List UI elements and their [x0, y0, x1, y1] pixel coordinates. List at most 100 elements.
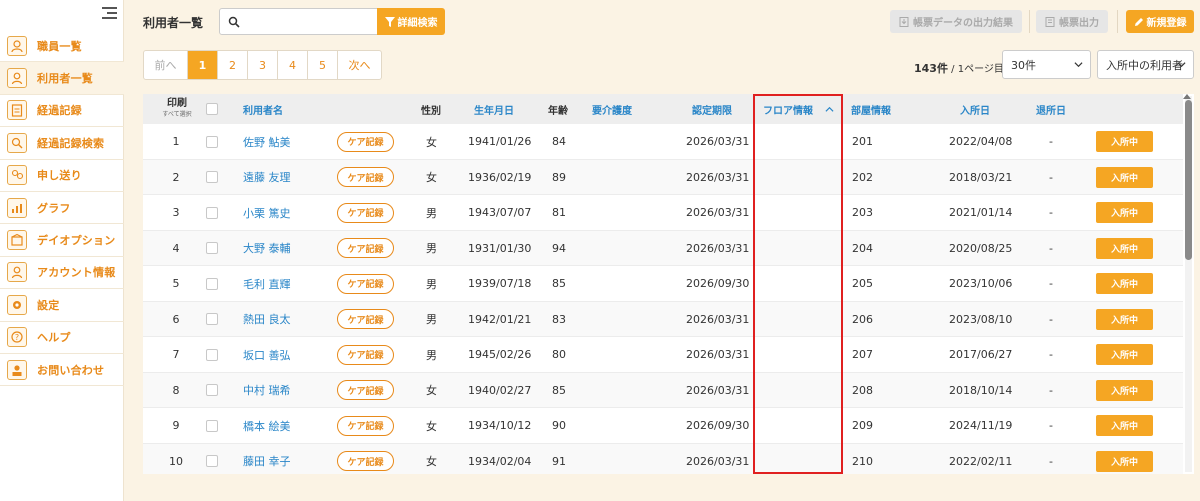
scroll-thumb[interactable] [1185, 100, 1192, 260]
row-checkbox-cell[interactable] [206, 408, 218, 444]
header-care-level[interactable]: 要介護度 [592, 94, 632, 124]
care-record-button[interactable]: ケア記録 [337, 415, 394, 436]
select-all-checkbox[interactable] [206, 103, 218, 115]
status-button[interactable]: 入所中 [1096, 131, 1153, 153]
sidebar-item-10[interactable]: ? ヘルプ [0, 322, 124, 354]
scroll-up-arrow-icon[interactable] [1183, 94, 1191, 99]
user-name-link[interactable]: 遠藤 友理 [243, 160, 291, 196]
pagination-page-1[interactable]: 1 [188, 51, 218, 79]
care-record-button[interactable]: ケア記録 [337, 380, 394, 401]
row-checkbox[interactable] [206, 419, 218, 432]
care-record-button[interactable]: ケア記録 [337, 167, 394, 188]
row-checkbox-cell[interactable] [206, 231, 218, 267]
sidebar-item-5[interactable]: 申し送り [0, 160, 124, 192]
discharge-cell: - [1049, 135, 1053, 149]
header-discharge[interactable]: 退所日 [1036, 94, 1066, 124]
user-name-link[interactable]: 小栗 篤史 [243, 195, 291, 231]
care-record-button[interactable]: ケア記録 [337, 131, 394, 152]
per-page-select[interactable]: 30件 [1002, 50, 1091, 79]
care-record-button[interactable]: ケア記録 [337, 309, 394, 330]
select-all-label[interactable]: すべて選択 [162, 109, 191, 120]
hamburger-menu-icon[interactable] [102, 7, 117, 20]
pagination-page-4[interactable]: 4 [278, 51, 308, 79]
user-name-link[interactable]: 藤田 幸子 [243, 444, 291, 475]
sidebar-item-3[interactable]: 経過記録 [0, 95, 124, 128]
sidebar-item-2[interactable]: 利用者一覧 [0, 62, 124, 95]
cert-period-cell: 2026/09/30 [686, 419, 750, 433]
new-registration-button[interactable]: 新規登録 [1126, 10, 1194, 33]
sidebar-item-7[interactable]: デイオプション [0, 224, 124, 257]
sidebar-item-8[interactable]: アカウント情報 [0, 257, 124, 290]
status-button[interactable]: 入所中 [1096, 202, 1153, 224]
status-button[interactable]: 入所中 [1096, 166, 1153, 188]
search-input[interactable] [246, 15, 376, 28]
sidebar-item-4[interactable]: 経過記録検索 [0, 127, 124, 160]
row-checkbox[interactable] [206, 277, 218, 290]
row-checkbox[interactable] [206, 135, 218, 148]
row-checkbox-cell[interactable] [206, 266, 218, 302]
row-checkbox[interactable] [206, 206, 218, 219]
pagination-page-2[interactable]: 2 [218, 51, 248, 79]
header-name[interactable]: 利用者名 [243, 94, 283, 124]
header-admission[interactable]: 入所日 [960, 94, 990, 124]
search-box[interactable] [219, 8, 378, 35]
status-button[interactable]: 入所中 [1096, 415, 1153, 437]
age-cell: 85 [552, 277, 566, 291]
row-checkbox[interactable] [206, 455, 218, 468]
row-checkbox[interactable] [206, 171, 218, 184]
status-button[interactable]: 入所中 [1096, 450, 1153, 472]
age-cell: 84 [552, 135, 566, 149]
row-checkbox[interactable] [206, 313, 218, 326]
status-button[interactable]: 入所中 [1096, 344, 1153, 366]
header-birthdate[interactable]: 生年月日 [474, 94, 514, 124]
row-checkbox-cell[interactable] [206, 124, 218, 160]
row-checkbox-cell[interactable] [206, 337, 218, 373]
chart-icon [7, 197, 27, 218]
sidebar-item-11[interactable]: お問い合わせ [0, 354, 124, 387]
export-button[interactable]: 帳票出力 [1036, 10, 1108, 33]
care-record-button[interactable]: ケア記録 [337, 202, 394, 223]
table-row: 4 大野 泰輔 ケア記録 男 1931/01/30 94 2026/03/31 204 2020… [143, 230, 1183, 267]
cert-period-cell: 2026/03/31 [686, 383, 750, 397]
user-name-link[interactable]: 坂口 善弘 [243, 337, 291, 373]
care-record-button[interactable]: ケア記録 [337, 451, 394, 472]
care-record-button[interactable]: ケア記録 [337, 238, 394, 259]
user-name-link[interactable]: 中村 瑞希 [243, 373, 291, 409]
sidebar-item-1[interactable]: 職員一覧 [0, 30, 124, 63]
pagination-prev[interactable]: 前へ [144, 51, 188, 79]
care-record-button[interactable]: ケア記録 [337, 273, 394, 294]
row-checkbox-cell[interactable] [206, 302, 218, 338]
status-button[interactable]: 入所中 [1096, 379, 1153, 401]
cert-period-cell: 2026/03/31 [686, 241, 750, 255]
status-filter-select[interactable]: 入所中の利用者 [1097, 50, 1194, 79]
header-room[interactable]: 部屋情報 [851, 94, 891, 124]
export-result-button[interactable]: 帳票データの出力結果 [890, 10, 1022, 33]
user-name-link[interactable]: 熱田 良太 [243, 302, 291, 338]
row-checkbox-cell[interactable] [206, 373, 218, 409]
pagination-next[interactable]: 次へ [338, 51, 381, 79]
row-checkbox[interactable] [206, 242, 218, 255]
user-name-link[interactable]: 大野 泰輔 [243, 231, 291, 267]
pagination-page-5[interactable]: 5 [308, 51, 338, 79]
user-name-link[interactable]: 橋本 絵美 [243, 408, 291, 444]
gender-cell: 男 [426, 313, 437, 327]
row-checkbox[interactable] [206, 384, 218, 397]
status-button[interactable]: 入所中 [1096, 308, 1153, 330]
care-record-button[interactable]: ケア記録 [337, 344, 394, 365]
sidebar-item-6[interactable]: グラフ [0, 192, 124, 225]
status-button[interactable]: 入所中 [1096, 273, 1153, 295]
header-checkbox[interactable] [206, 94, 218, 124]
row-checkbox-cell[interactable] [206, 160, 218, 196]
user-name-link[interactable]: 佐野 鮎美 [243, 124, 291, 160]
row-checkbox-cell[interactable] [206, 195, 218, 231]
status-button[interactable]: 入所中 [1096, 237, 1153, 259]
header-floor[interactable]: フロア情報 [763, 94, 834, 124]
row-checkbox[interactable] [206, 348, 218, 361]
pagination-page-3[interactable]: 3 [248, 51, 278, 79]
header-cert-period[interactable]: 認定期限 [692, 94, 732, 124]
detail-search-button[interactable]: 詳細検索 [377, 8, 445, 35]
sidebar-item-9[interactable]: 設定 [0, 289, 124, 322]
row-checkbox-cell[interactable] [206, 444, 218, 475]
vertical-scrollbar[interactable] [1185, 96, 1192, 472]
user-name-link[interactable]: 毛利 直輝 [243, 266, 291, 302]
